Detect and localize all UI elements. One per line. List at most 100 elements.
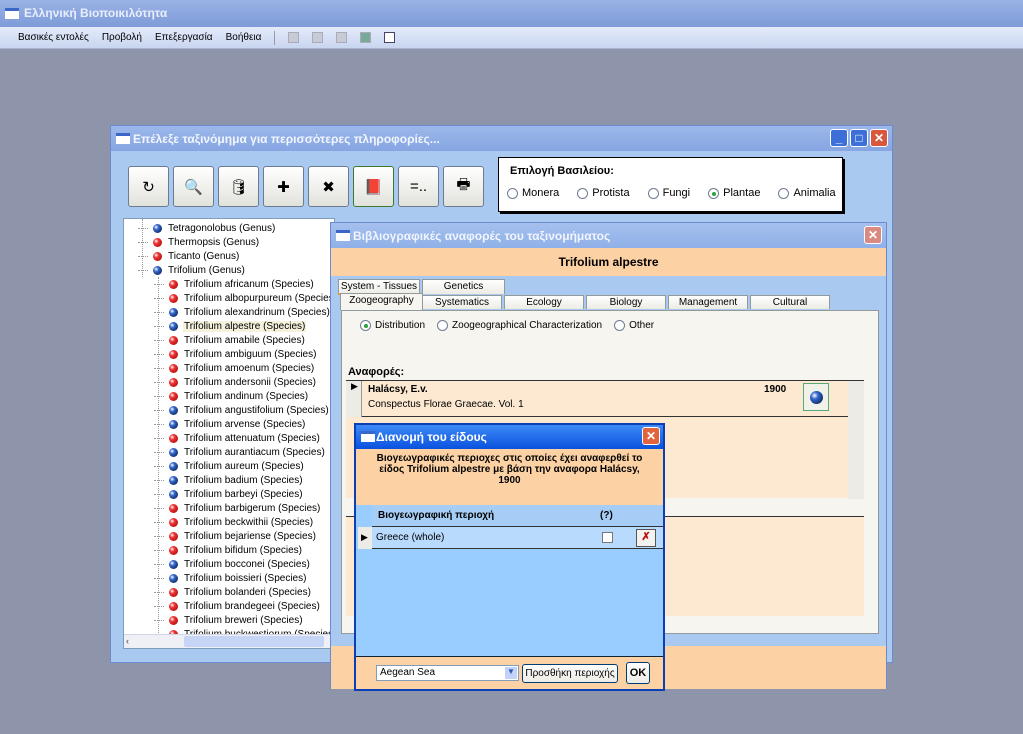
delete-taxon-icon: ✖ [322, 178, 335, 196]
taxon-status-icon [169, 447, 178, 457]
uncertain-checkbox[interactable] [602, 532, 613, 543]
tab-systematics[interactable]: Systematics [422, 295, 502, 309]
tree-item[interactable]: Trifolium attenuatum (Species) [154, 431, 321, 445]
tree-item[interactable]: Trifolium beckwithii (Species) [154, 515, 314, 529]
row-indicator-icon: ▶ [358, 527, 372, 549]
tree-item[interactable]: Trifolium aureum (Species) [154, 459, 305, 473]
kingdom-radio-monera[interactable]: Monera [507, 187, 559, 199]
horizontal-scrollbar[interactable]: ‹ [124, 634, 334, 648]
minimize-button[interactable]: _ [830, 129, 848, 147]
copy-icon[interactable] [312, 32, 324, 43]
paste-icon[interactable] [336, 32, 348, 43]
tree-item[interactable]: Trifolium andinum (Species) [154, 389, 309, 403]
tree-item[interactable]: Thermopsis (Genus) [138, 235, 260, 249]
close-button[interactable]: ✕ [870, 129, 888, 147]
taxon-status-icon [169, 531, 178, 541]
tree-item[interactable]: Trifolium angustifolium (Species) [154, 403, 330, 417]
tab-system-tissues[interactable]: System - Tissues [338, 279, 420, 294]
database-edit-button[interactable]: 🛢 [218, 166, 259, 207]
cut-icon[interactable] [288, 32, 300, 43]
scrollbar-thumb[interactable] [184, 636, 324, 647]
refresh-icon: ↻ [142, 178, 155, 196]
option-radio-other[interactable]: Other [614, 320, 654, 331]
tree-item[interactable]: Trifolium barbeyi (Species) [154, 487, 304, 501]
reference-row[interactable]: Halácsy, E.v. 1900 Conspectus Florae Gra… [362, 381, 848, 417]
tab-ecology[interactable]: Ecology [504, 295, 584, 309]
tab-cultural[interactable]: Cultural [750, 295, 830, 309]
region-combo[interactable]: Aegean Sea ▼ [376, 665, 519, 681]
region-name[interactable]: Greece (whole) [376, 532, 444, 543]
tree-item[interactable]: Trifolium badium (Species) [154, 473, 304, 487]
kingdom-radio-animalia[interactable]: Animalia [778, 187, 836, 199]
add-taxon-icon: ✚ [277, 178, 290, 196]
tab-biology[interactable]: Biology [586, 295, 666, 309]
menu-help[interactable]: Βοήθεια [226, 32, 262, 43]
tree-item[interactable]: Trifolium africanum (Species) [154, 277, 315, 291]
taxon-status-icon [169, 363, 178, 373]
taxon-status-icon [169, 335, 178, 345]
tree-item[interactable]: Trifolium bolanderi (Species) [154, 585, 312, 599]
add-taxon-button[interactable]: ✚ [263, 166, 304, 207]
kingdom-radio-fungi[interactable]: Fungi [647, 187, 690, 199]
tree-item[interactable]: Trifolium alexandrinum (Species) [154, 305, 331, 319]
taxon-name-header: Trifolium alpestre [331, 248, 886, 276]
tree-item[interactable]: Trifolium (Genus) [138, 263, 246, 277]
tree-item[interactable]: Trifolium boissieri (Species) [154, 571, 307, 585]
equals-button[interactable]: =.. [398, 166, 439, 207]
taxon-status-icon [169, 377, 178, 387]
maximize-button[interactable]: □ [850, 129, 868, 147]
delete-taxon-button[interactable]: ✖ [308, 166, 349, 207]
tree-item[interactable]: Trifolium amoenum (Species) [154, 361, 315, 375]
kingdom-radio-plantae[interactable]: Plantae [708, 187, 760, 199]
tree-item[interactable]: Trifolium ambiguum (Species) [154, 347, 317, 361]
tab-zoogeography[interactable]: Zoogeography [340, 293, 423, 310]
delete-row-button[interactable]: ✗ [636, 529, 656, 547]
tree-item[interactable]: Ticanto (Genus) [138, 249, 240, 263]
menu-edit[interactable]: Επεξεργασία [155, 32, 213, 43]
tree-item[interactable]: Tetragonolobus (Genus) [138, 221, 276, 235]
taxon-status-icon [169, 587, 178, 597]
kingdom-label: Επιλογή Βασιλείου: [510, 165, 614, 177]
taxon-status-icon [169, 321, 178, 331]
search-taxa-button[interactable]: 🔍 [173, 166, 214, 207]
tab-genetics[interactable]: Genetics [422, 279, 505, 294]
ok-button[interactable]: OK [626, 662, 650, 684]
tree-item[interactable]: Trifolium andersonii (Species) [154, 375, 317, 389]
tree-item[interactable]: Trifolium albopurpureum (Species) [154, 291, 334, 305]
menu-basic-commands[interactable]: Βασικές εντολές [18, 32, 89, 43]
tab-management[interactable]: Management [668, 295, 748, 309]
tree-item[interactable]: Trifolium arvense (Species) [154, 417, 306, 431]
dialog-title-bar: Διανομή του είδους ✕ [356, 425, 663, 449]
taxon-status-icon [169, 405, 178, 415]
chevron-down-icon[interactable]: ▼ [505, 667, 517, 679]
option-radio-zoogeographical[interactable]: Zoogeographical Characterization [437, 320, 602, 331]
taxa-tree[interactable]: Tetragonolobus (Genus) Thermopsis (Genus)… [123, 218, 335, 649]
add-region-button[interactable]: Προσθήκη περιοχής [522, 664, 618, 683]
option-radio-distribution[interactable]: Distribution [360, 320, 425, 331]
tree-item[interactable]: Trifolium bocconei (Species) [154, 557, 311, 571]
kingdom-radio-protista[interactable]: Protista [577, 187, 630, 199]
distribution-button[interactable] [803, 383, 829, 411]
print-icon[interactable] [360, 32, 372, 43]
close-button[interactable]: ✕ [642, 427, 660, 445]
report-icon[interactable] [384, 32, 396, 43]
taxon-status-icon [153, 265, 162, 275]
book-icon: 📕 [364, 178, 383, 196]
book-button[interactable]: 📕 [353, 166, 394, 207]
tree-item[interactable]: Trifolium alpestre (Species) [154, 319, 307, 333]
taxon-status-icon [169, 489, 178, 499]
scroll-left-icon[interactable]: ‹ [126, 636, 138, 647]
tree-item[interactable]: Trifolium brandegeei (Species) [154, 599, 321, 613]
refresh-button[interactable]: ↻ [128, 166, 169, 207]
database-edit-icon: 🛢 [228, 178, 249, 196]
tree-item[interactable]: Trifolium bifidum (Species) [154, 543, 303, 557]
tree-item[interactable]: Trifolium bejariense (Species) [154, 529, 317, 543]
menu-view[interactable]: Προβολή [102, 32, 142, 43]
tree-item[interactable]: Trifolium amabile (Species) [154, 333, 306, 347]
print-button[interactable]: 🖶 [443, 166, 484, 207]
close-button[interactable]: ✕ [864, 226, 882, 244]
tree-item[interactable]: Trifolium barbigerum (Species) [154, 501, 321, 515]
tree-item[interactable]: Trifolium breweri (Species) [154, 613, 304, 627]
region-row[interactable]: Greece (whole) ✗ [372, 527, 663, 549]
tree-item[interactable]: Trifolium aurantiacum (Species) [154, 445, 326, 459]
